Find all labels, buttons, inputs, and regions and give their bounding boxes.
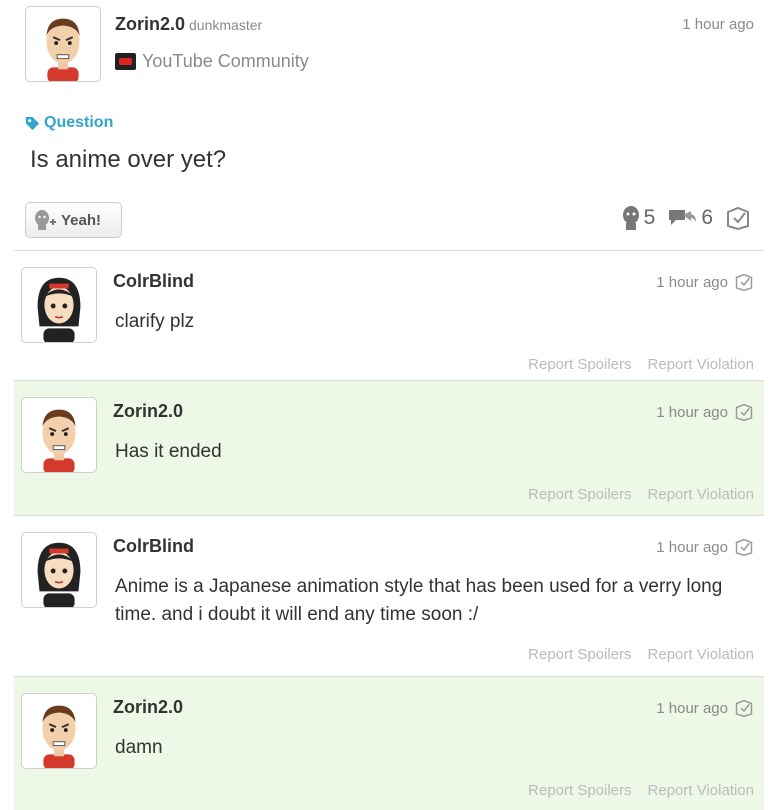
comment-username[interactable]: ColrBlind <box>113 271 194 292</box>
mii-avatar-zorin <box>42 409 76 472</box>
report-violation-link[interactable]: Report Violation <box>648 782 754 799</box>
comment-timestamp: 1 hour ago <box>656 273 754 291</box>
post-body: Is anime over yet? <box>30 146 227 173</box>
mii-avatar-colrblind <box>37 542 81 607</box>
post-stats: 5 6 <box>610 206 755 230</box>
community-name[interactable]: YouTube Community <box>142 51 309 72</box>
comment-text: Has it ended <box>115 441 222 462</box>
comment-text: damn <box>115 737 163 758</box>
report-spoilers-link[interactable]: Report Spoilers <box>528 782 631 799</box>
spoiler-icon[interactable] <box>734 403 754 421</box>
tag-label: Question <box>44 114 114 131</box>
question-tag-icon <box>25 116 40 130</box>
comment: Zorin2.0 1 hour ago Has it ended Report … <box>14 380 764 515</box>
yeah-count: 5 <box>622 206 656 230</box>
report-violation-link[interactable]: Report Violation <box>648 486 754 503</box>
yeah-count-icon <box>622 206 639 230</box>
report-spoilers-link[interactable]: Report Spoilers <box>528 356 631 373</box>
reply-count-value: 6 <box>701 206 713 229</box>
avatar[interactable] <box>25 6 101 82</box>
community-link[interactable]: YouTube Community <box>115 51 309 72</box>
report-spoilers-link[interactable]: Report Spoilers <box>528 486 631 503</box>
comment-actions: Report Spoilers Report Violation <box>512 646 754 663</box>
report-violation-link[interactable]: Report Violation <box>648 356 754 373</box>
avatar[interactable] <box>21 267 97 343</box>
comment-text: clarify plz <box>115 311 195 332</box>
avatar[interactable] <box>21 532 97 608</box>
avatar[interactable] <box>21 397 97 473</box>
comment-time-text: 1 hour ago <box>656 273 728 291</box>
mii-avatar-colrblind <box>37 277 81 342</box>
comment-time-text: 1 hour ago <box>656 403 728 421</box>
comment-timestamp: 1 hour ago <box>656 538 754 556</box>
comment-timestamp: 1 hour ago <box>656 699 754 717</box>
comment: ColrBlind 1 hour ago clarify plz Report … <box>14 250 764 385</box>
report-spoilers-link[interactable]: Report Spoilers <box>528 646 631 663</box>
comment-username[interactable]: ColrBlind <box>113 536 194 557</box>
post-author[interactable]: Zorin2.0 dunkmaster <box>115 14 262 35</box>
yeah-button[interactable]: Yeah! <box>25 202 122 238</box>
comment-actions: Report Spoilers Report Violation <box>512 356 754 373</box>
post-timestamp: 1 hour ago <box>682 16 754 33</box>
comment-timestamp: 1 hour ago <box>656 403 754 421</box>
spoiler-toggle[interactable] <box>725 206 755 230</box>
post-topic-tag: Question <box>25 114 113 132</box>
yeah-add-icon <box>35 210 56 230</box>
comment-actions: Report Spoilers Report Violation <box>512 782 754 799</box>
spoiler-icon <box>727 206 749 230</box>
mii-avatar-zorin <box>42 705 76 768</box>
mii-avatar-zorin <box>46 18 80 81</box>
report-violation-link[interactable]: Report Violation <box>648 646 754 663</box>
comment-time-text: 1 hour ago <box>656 538 728 556</box>
comment-username[interactable]: Zorin2.0 <box>113 697 183 718</box>
comment: Zorin2.0 1 hour ago damn Report Spoilers… <box>14 676 764 810</box>
post-username[interactable]: Zorin2.0 <box>115 14 185 34</box>
comment-time-text: 1 hour ago <box>656 699 728 717</box>
spoiler-icon[interactable] <box>734 538 754 556</box>
spoiler-icon[interactable] <box>734 273 754 291</box>
post-handle: dunkmaster <box>189 17 263 33</box>
spoiler-icon[interactable] <box>734 699 754 717</box>
youtube-icon <box>115 53 136 70</box>
main-post: Zorin2.0 dunkmaster 1 hour ago YouTube Co… <box>0 0 769 250</box>
avatar[interactable] <box>21 693 97 769</box>
yeah-label: Yeah! <box>61 211 102 229</box>
reply-count: 6 <box>667 206 713 230</box>
comment: ColrBlind 1 hour ago Anime is a Japanese… <box>14 515 764 675</box>
comment-actions: Report Spoilers Report Violation <box>512 486 754 503</box>
comment-text: Anime is a Japanese animation style that… <box>115 576 723 625</box>
comment-username[interactable]: Zorin2.0 <box>113 401 183 422</box>
yeah-count-value: 5 <box>643 206 656 229</box>
reply-count-icon <box>669 210 697 225</box>
